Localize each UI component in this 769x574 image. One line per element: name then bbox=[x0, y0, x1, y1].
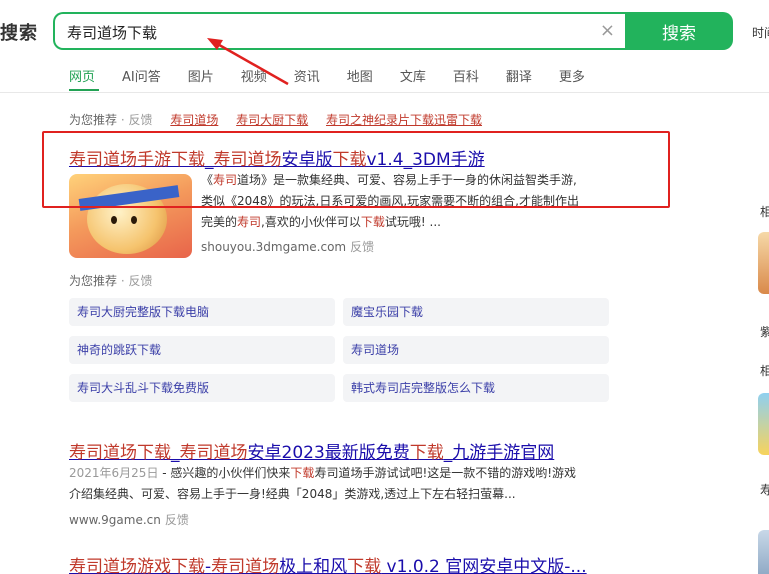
sidebar-image[interactable] bbox=[758, 232, 769, 294]
title-text: _九游手游官网 bbox=[443, 443, 555, 463]
title-text: 极上和风 bbox=[279, 557, 348, 574]
title-highlight: 寿司道场游戏下载 bbox=[69, 557, 205, 574]
time-filter[interactable]: 时间 bbox=[752, 24, 769, 41]
title-text: 安卓2023最新版免费 bbox=[247, 443, 410, 463]
tab-more[interactable]: 更多 bbox=[559, 66, 585, 86]
result-url-line: www.9game.cn 反馈 bbox=[69, 511, 189, 528]
recommend-row: 为您推荐 · 反馈 bbox=[69, 272, 152, 289]
sidebar-label: 相 bbox=[760, 364, 769, 378]
related-search-item[interactable]: 韩式寿司店完整版怎么下载 bbox=[343, 374, 609, 402]
search-button[interactable]: 搜索 bbox=[625, 12, 733, 50]
recommend-link[interactable]: 寿司道场 bbox=[170, 113, 218, 127]
result-title[interactable]: 寿司道场下载_寿司道场安卓2023最新版免费下载_九游手游官网 bbox=[69, 438, 554, 463]
related-search-item[interactable]: 魔宝乐园下载 bbox=[343, 298, 609, 326]
title-text: _ bbox=[205, 150, 214, 170]
title-highlight: 寿司道场 bbox=[213, 150, 282, 170]
related-search-item[interactable]: 寿司道场 bbox=[343, 336, 609, 364]
result-snippet-line: 类似《2048》的玩法,日系可爱的画风,玩家需要不断的组合,才能制作出 bbox=[201, 194, 579, 208]
snippet-text: 寿司道场手游试试吧!这是一款不错的游戏哟!游戏 bbox=[314, 466, 577, 480]
eye-shape bbox=[111, 216, 117, 224]
snippet-highlight: 下载 bbox=[360, 215, 385, 229]
recommend-label: 为您推荐 bbox=[69, 274, 118, 288]
title-text: v1.4_3DM手游 bbox=[366, 150, 485, 170]
snippet-highlight: 下载 bbox=[290, 466, 315, 480]
title-text: _ bbox=[171, 443, 180, 463]
title-text: v1.0.2 官网安卓中文版-... bbox=[381, 557, 587, 574]
active-tab-indicator bbox=[69, 89, 99, 91]
result-title[interactable]: 寿司道场手游下载_寿司道场安卓版下载v1.4_3DM手游 bbox=[69, 145, 485, 170]
snippet-text: 完美的 bbox=[201, 215, 238, 229]
recommend-sep: · bbox=[117, 113, 129, 127]
result-snippet-line: 《寿司道场》是一款集经典、可爱、容易上手于一身的休闲益智类手游, bbox=[201, 171, 577, 190]
tab-web[interactable]: 网页 bbox=[69, 66, 95, 86]
recommend-feedback[interactable]: 反馈 bbox=[128, 274, 152, 288]
recommend-link[interactable]: 寿司之神纪录片下载迅雷下载 bbox=[326, 113, 482, 127]
result-snippet-line: 介绍集经典、可爱、容易上手于一身!经典「2048」类游戏,透过上下左右轻扫萤幕.… bbox=[69, 487, 516, 501]
result-snippet-line: 2021年6月25日 - 感兴趣的小伙伴们快来下载寿司道场手游试试吧!这是一款不… bbox=[69, 464, 576, 483]
tab-maps[interactable]: 地图 bbox=[347, 66, 373, 86]
tab-docs[interactable]: 文库 bbox=[400, 66, 426, 86]
related-search-item[interactable]: 寿司大厨完整版下载电脑 bbox=[69, 298, 335, 326]
result-url[interactable]: www.9game.cn bbox=[69, 513, 161, 527]
result-snippet-line: 完美的寿司,喜欢的小伙伴可以下载试玩哦! ... bbox=[201, 213, 441, 232]
title-highlight: 寿司道场 bbox=[211, 557, 280, 574]
title-text: 安卓版 bbox=[281, 150, 333, 170]
snippet-text: ,喜欢的小伙伴可以 bbox=[261, 215, 361, 229]
sidebar-label: 寿 bbox=[760, 483, 769, 497]
feedback-link[interactable]: 反馈 bbox=[165, 513, 189, 527]
eye-shape bbox=[131, 216, 137, 224]
tab-baike[interactable]: 百科 bbox=[453, 66, 479, 86]
sidebar-label: 相 bbox=[760, 205, 769, 219]
sidebar-label: 紫 bbox=[760, 325, 769, 339]
tab-images[interactable]: 图片 bbox=[188, 66, 214, 86]
sidebar-image[interactable] bbox=[758, 530, 769, 574]
tab-news[interactable]: 资讯 bbox=[294, 66, 320, 86]
snippet-text: 道场》是一款集经典、可爱、容易上手于一身的休闲益智类手游, bbox=[237, 173, 577, 187]
snippet-highlight: 寿司 bbox=[213, 173, 238, 187]
site-logo[interactable]: 搜索 bbox=[0, 19, 38, 45]
recommend-label: 为您推荐 bbox=[69, 113, 118, 127]
search-box[interactable]: × bbox=[53, 12, 627, 50]
feedback-link[interactable]: 反馈 bbox=[350, 240, 374, 254]
snippet-text: 试玩哦! ... bbox=[384, 215, 441, 229]
snippet-text: - 感兴趣的小伙伴们快来 bbox=[158, 466, 291, 480]
snippet-text: 《 bbox=[201, 173, 214, 187]
tab-video[interactable]: 视频 bbox=[241, 66, 267, 86]
related-search-item[interactable]: 神奇的跳跃下载 bbox=[69, 336, 335, 364]
recommend-feedback[interactable]: 反馈 bbox=[128, 113, 152, 127]
tab-translate[interactable]: 翻译 bbox=[506, 66, 532, 86]
result-url[interactable]: shouyou.3dmgame.com bbox=[201, 240, 346, 254]
vertical-tabs: 网页 AI问答 图片 视频 资讯 地图 文库 百科 翻译 更多 bbox=[69, 66, 612, 86]
result-title[interactable]: 寿司道场游戏下载-寿司道场极上和风下载 v1.0.2 官网安卓中文版-... bbox=[69, 552, 587, 574]
header-divider bbox=[0, 92, 769, 93]
title-highlight: 寿司道场 bbox=[179, 443, 248, 463]
clear-icon[interactable]: × bbox=[600, 20, 615, 42]
recommend-sep: · bbox=[117, 274, 129, 288]
recommend-row: 为您推荐 · 反馈 寿司道场 寿司大厨下载 寿司之神纪录片下载迅雷下载 bbox=[69, 111, 482, 128]
tab-ai[interactable]: AI问答 bbox=[122, 66, 161, 86]
search-input[interactable] bbox=[67, 22, 567, 42]
recommend-link[interactable]: 寿司大厨下载 bbox=[236, 113, 308, 127]
result-url-line: shouyou.3dmgame.com 反馈 bbox=[201, 238, 374, 255]
title-highlight: 下载 bbox=[409, 443, 444, 463]
title-highlight: 寿司道场下载 bbox=[69, 443, 171, 463]
snippet-highlight: 寿司 bbox=[237, 215, 262, 229]
title-highlight: 下载 bbox=[332, 150, 367, 170]
result-thumbnail[interactable] bbox=[69, 174, 192, 258]
related-search-item[interactable]: 寿司大斗乱斗下载免费版 bbox=[69, 374, 335, 402]
sidebar-image[interactable] bbox=[758, 393, 769, 455]
title-highlight: 下载 bbox=[347, 557, 382, 574]
title-highlight: 寿司道场手游下载 bbox=[69, 150, 205, 170]
result-date: 2021年6月25日 bbox=[69, 466, 159, 480]
